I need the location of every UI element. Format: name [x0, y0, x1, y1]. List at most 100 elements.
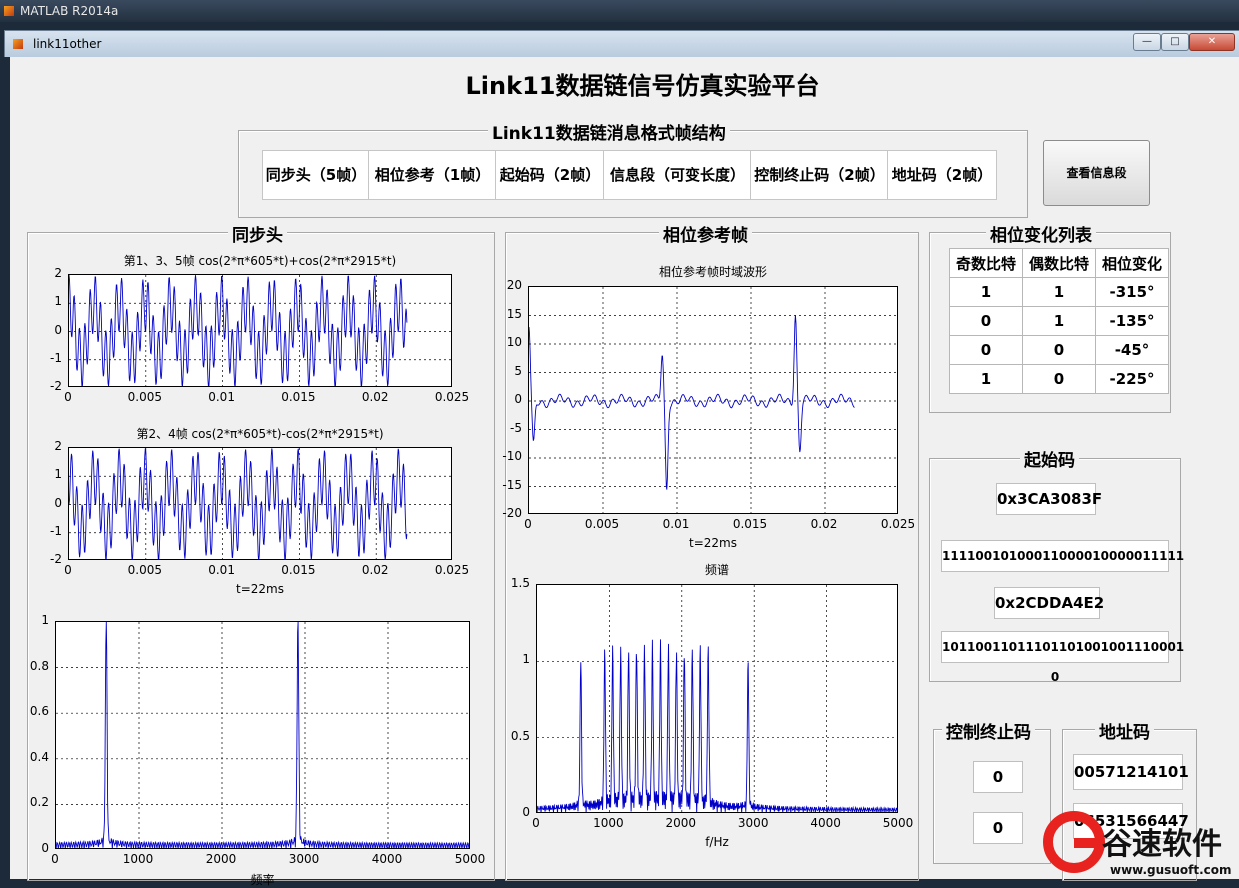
figure-titlebar[interactable]: link11other — □ ✕: [4, 30, 1239, 57]
brand-name: 谷速软件: [1102, 827, 1222, 862]
frame-cell-start-code: 起始码（2帧）: [495, 150, 605, 200]
y-tick-label: 0.8: [29, 658, 49, 673]
start-code-bin-2: 10110011011101101001001110001​0: [941, 631, 1184, 684]
table-row: 1 1 -315°: [949, 277, 1169, 307]
maximize-button[interactable]: □: [1161, 33, 1189, 51]
minimize-button[interactable]: —: [1133, 33, 1161, 51]
x-tick-label: 0.01: [208, 563, 235, 577]
address-value-1: 00571214101: [1073, 754, 1189, 790]
y-tick-label: 2: [54, 439, 62, 453]
y-tick-label: -15: [502, 477, 522, 492]
x-tick-label: 0.015: [281, 390, 316, 404]
sync_spec-series-line: [56, 622, 469, 848]
matlab-titlebar: MATLAB R2014a: [0, 0, 1239, 22]
sync_spec-plot: [55, 621, 470, 849]
brand-logo-bar: [1074, 838, 1102, 848]
brand-url: www.gusuoft.com: [1110, 863, 1232, 877]
matlab-logo-icon: [4, 6, 14, 16]
frame-cell-info: 信息段（可变长度）: [603, 150, 752, 200]
frame-cell-phase-ref: 相位参考（1帧）: [368, 150, 497, 200]
x-tick-label: 0.005: [127, 563, 162, 577]
x-tick-label: 0.025: [880, 517, 916, 531]
y-tick-label: 0: [54, 495, 62, 510]
y-tick-label: 10: [506, 335, 522, 349]
x-tick-label: 0.02: [361, 390, 389, 404]
y-tick-label: -20: [502, 506, 522, 520]
x-tick-label: 0.025: [434, 390, 470, 404]
y-tick-label: 5: [514, 363, 522, 378]
y-tick-label: 1: [522, 652, 530, 667]
table-header: 相位变化: [1095, 248, 1169, 278]
table-cell: 1: [949, 277, 1023, 307]
stop-code-title: 控制终止码: [942, 718, 1035, 743]
stop-code-value-1: 0: [973, 761, 1023, 793]
y-tick-label: -2: [50, 552, 62, 566]
x-tick-label: 0.015: [281, 563, 316, 577]
x-tick-label: 0.005: [584, 517, 620, 531]
x-tick-label: 5000: [454, 852, 486, 866]
x-tick-label: 3000: [288, 852, 320, 866]
x-tick-label: 1000: [122, 852, 154, 866]
x-tick-label: 0: [64, 563, 72, 577]
y-tick-label: 20: [506, 278, 522, 292]
y-tick-label: 0.2: [29, 795, 49, 810]
table-cell: 0: [1022, 364, 1096, 394]
table-cell: 0: [949, 306, 1023, 336]
start-code-bin-1: 11110010100011000010000011111: [941, 540, 1184, 572]
table-header: 偶数比特: [1022, 248, 1096, 278]
y-tick-label: 1: [54, 294, 62, 309]
figure-logo-icon: [13, 39, 23, 49]
table-row: 0 0 -45°: [949, 335, 1169, 365]
figure-title: link11other: [33, 37, 102, 51]
x-tick-label: 5000: [882, 816, 914, 830]
phase-table-title: 相位变化列表: [986, 221, 1096, 246]
table-cell: 0: [949, 335, 1023, 365]
frame-cell-sync: 同步头（5帧）: [262, 150, 370, 200]
y-tick-label: -5: [510, 420, 522, 435]
x-tick-label: 1000: [593, 816, 624, 830]
frame-cell-stop-code: 控制终止码（2帧）: [750, 150, 889, 200]
y-tick-label: 0: [41, 841, 49, 855]
y-tick-label: -1: [50, 523, 62, 538]
phase_spec-plot: [536, 584, 898, 813]
phase_spec-xlabel: f/Hz: [705, 835, 729, 849]
table-cell: -45°: [1095, 335, 1169, 365]
x-tick-label: 3000: [737, 816, 769, 830]
y-tick-label: 0.6: [29, 704, 49, 719]
sync1-plot: [68, 274, 452, 387]
x-tick-label: 0.02: [810, 517, 838, 531]
sync1-title: 第1、3、5帧 cos(2*π*605*t)+cos(2*π*2915*t): [123, 254, 397, 268]
y-tick-label: 1: [54, 467, 62, 482]
frame-cell-address: 地址码（2帧）: [887, 150, 997, 200]
x-tick-label: 0: [532, 816, 540, 830]
y-tick-label: 0.4: [29, 749, 49, 764]
y-tick-label: 0: [522, 805, 530, 819]
table-header-row: 奇数比特 偶数比特 相位变化: [949, 248, 1169, 278]
y-tick-label: -2: [50, 379, 62, 393]
x-tick-label: 4000: [371, 852, 403, 866]
phase_time-plot: [528, 286, 898, 514]
table-cell: -225°: [1095, 364, 1169, 394]
x-tick-label: 4000: [810, 816, 841, 830]
table-header: 奇数比特: [949, 248, 1023, 278]
x-tick-label: 0.02: [361, 563, 389, 577]
frame-structure-title: Link11数据链消息格式帧结构: [488, 119, 730, 144]
x-tick-label: 2000: [205, 852, 237, 866]
close-button[interactable]: ✕: [1189, 33, 1235, 51]
x-tick-label: 0.01: [662, 517, 690, 531]
x-tick-label: 0: [64, 390, 72, 404]
matlab-title: MATLAB R2014a: [20, 4, 119, 18]
y-tick-label: 1: [41, 613, 49, 627]
phase_spec-title: 频谱: [704, 563, 730, 577]
sync2-xlabel: t=22ms: [236, 582, 284, 596]
table-cell: 1: [949, 364, 1023, 394]
sync2-plot: [68, 447, 452, 560]
address-title: 地址码: [1095, 718, 1154, 743]
sync_spec-xlabel: 频率: [250, 873, 275, 887]
y-tick-label: 15: [506, 306, 522, 321]
y-tick-label: 0.5: [510, 728, 530, 743]
table-row: 0 1 -135°: [949, 306, 1169, 336]
x-tick-label: 0.005: [127, 390, 162, 404]
view-info-button[interactable]: 查看信息段: [1043, 140, 1150, 206]
table-row: 1 0 -225°: [949, 364, 1169, 394]
